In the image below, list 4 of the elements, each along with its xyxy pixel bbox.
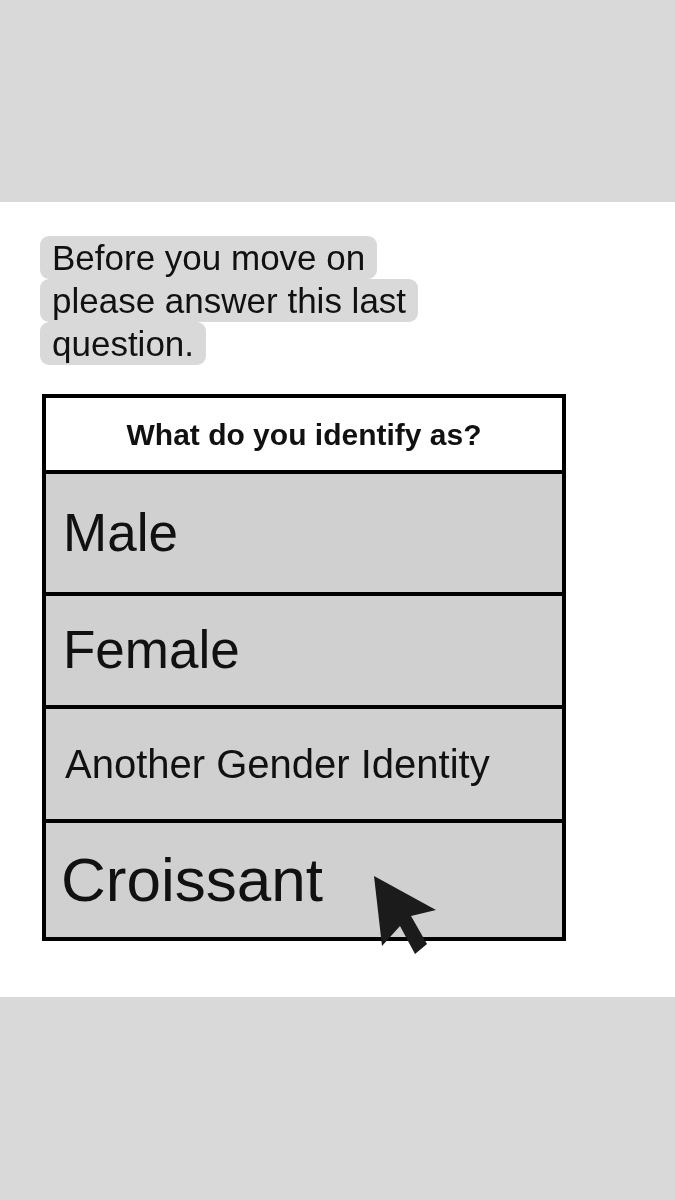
answer-option[interactable]: Female	[46, 596, 562, 709]
answer-option[interactable]: Male	[46, 474, 562, 596]
mouse-pointer-icon	[374, 876, 436, 954]
answer-option[interactable]: Another Gender Identity	[46, 709, 562, 823]
